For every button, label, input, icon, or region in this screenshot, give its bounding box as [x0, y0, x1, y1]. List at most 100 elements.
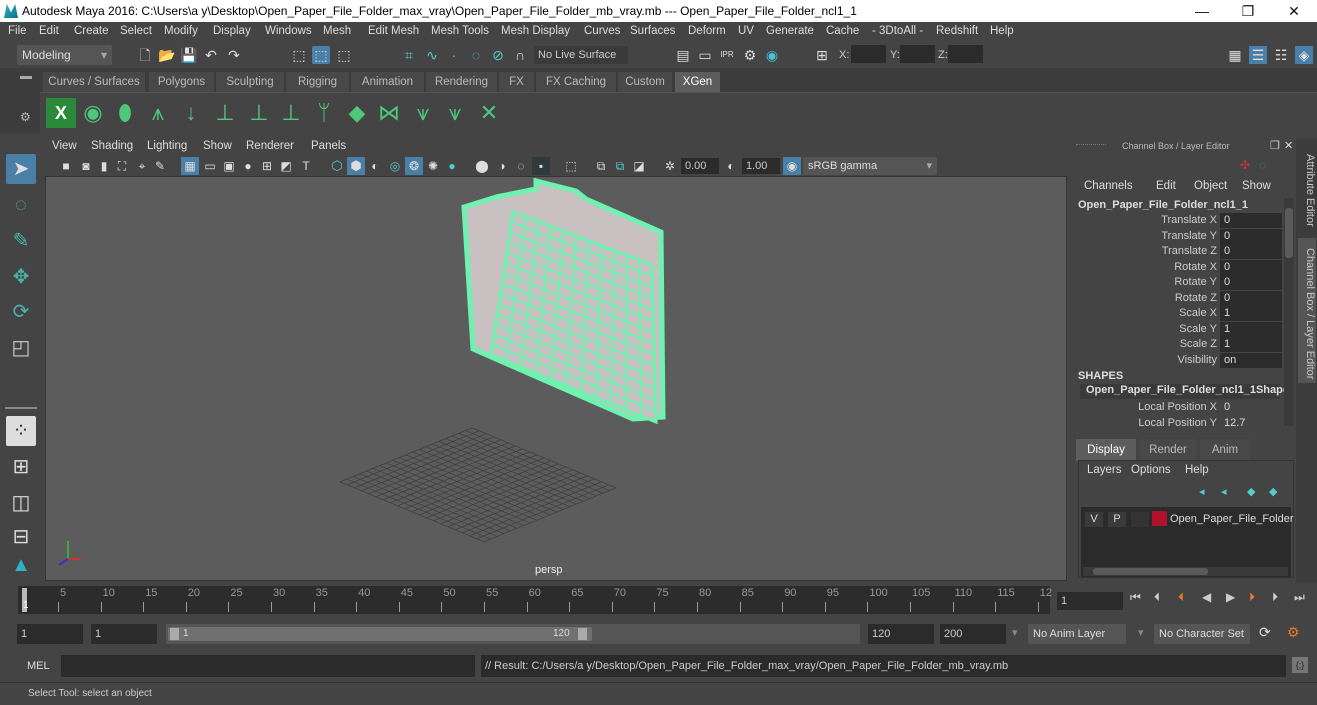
shape-name[interactable]: Open_Paper_File_Folder_ncl1_1Shape — [1080, 384, 1289, 399]
select-tool-icon[interactable]: ➤ — [6, 154, 36, 184]
menu-deform[interactable]: Deform — [688, 25, 726, 37]
exposure-field[interactable]: 0.00 — [681, 158, 719, 174]
channel-value[interactable]: 1 — [1220, 321, 1282, 337]
channel-row[interactable]: Scale X1 — [1072, 306, 1282, 321]
channel-value[interactable]: 0 — [1220, 275, 1282, 290]
select-hierarchy-icon[interactable]: ⬚ — [290, 46, 308, 64]
viewport-menu-shading[interactable]: Shading — [91, 140, 133, 152]
add-guide-icon[interactable]: ⩚ — [143, 98, 173, 128]
play-backwards-icon[interactable]: ◀ — [1202, 590, 1211, 604]
grid-icon[interactable]: ▦ — [181, 157, 199, 175]
tab-fx-caching[interactable]: FX Caching — [536, 72, 616, 92]
snap-point-icon[interactable]: ∙ — [445, 46, 463, 64]
scene-end-field[interactable]: 200 — [940, 624, 1006, 644]
step-back-frame-icon[interactable]: ⏴ — [1154, 590, 1160, 605]
lasso-tool-icon[interactable]: ◌ — [6, 190, 36, 220]
channel-box-toggle-icon[interactable]: ◈ — [1295, 46, 1313, 64]
menu-redshift[interactable]: Redshift — [936, 25, 978, 37]
render-frame-icon[interactable]: ▭ — [696, 46, 714, 64]
rotate-tool-icon[interactable]: ⟳ — [6, 297, 36, 327]
tool-settings-icon[interactable]: ☷ — [1272, 46, 1290, 64]
tab-channel-box[interactable]: Channel Box / Layer Editor — [1298, 238, 1316, 383]
channel-value[interactable]: 0 — [1220, 259, 1282, 275]
shadows-icon[interactable]: ✺ — [424, 157, 442, 175]
menu-modify[interactable]: Modify — [164, 25, 198, 37]
gamma-field[interactable]: 1.00 — [742, 158, 780, 174]
shape-channel-row[interactable]: Local Position X0 — [1072, 400, 1282, 415]
menu-mesh-display[interactable]: Mesh Display — [501, 25, 570, 37]
exposure-icon[interactable]: ✲ — [661, 157, 679, 175]
persp-outliner-layout-icon[interactable]: ◫ — [6, 488, 36, 518]
layer-menu-options[interactable]: Options — [1131, 464, 1171, 476]
channel-menu-object[interactable]: Object — [1194, 180, 1227, 192]
delete-guide-icon[interactable]: ✕ — [474, 98, 504, 128]
step-forward-key-icon[interactable]: ⏵ — [1249, 590, 1255, 605]
field-chart-icon[interactable]: ⊞ — [258, 157, 276, 175]
viewport-menu-renderer[interactable]: Renderer — [246, 140, 294, 152]
menu-display[interactable]: Display — [213, 25, 251, 37]
xgen-preview-icon[interactable]: ◉ — [78, 98, 108, 128]
tab-animation[interactable]: Animation — [351, 72, 424, 92]
channel-row[interactable]: Translate Z0 — [1072, 244, 1282, 259]
camera-icon[interactable]: ■ — [57, 157, 75, 175]
gamma-icon[interactable]: ◐ — [722, 157, 740, 175]
xray-components-icon[interactable]: ⧉ — [611, 157, 629, 175]
channel-row[interactable]: Rotate X0 — [1072, 259, 1282, 275]
channel-row[interactable]: Translate Y0 — [1072, 228, 1282, 244]
hypershade-icon[interactable]: ◉ — [763, 46, 781, 64]
attribute-editor-toggle-icon[interactable]: ☰ — [1249, 46, 1267, 64]
anti-aliasing-icon[interactable]: ◑ — [493, 157, 511, 175]
shape-channel-row[interactable]: Local Position Y 12.7 — [1072, 416, 1282, 431]
menu-help[interactable]: Help — [990, 25, 1014, 37]
textured-icon[interactable]: ◎ — [386, 157, 404, 175]
channel-row[interactable]: Scale Z1 — [1072, 337, 1282, 352]
xgen-editor-icon[interactable]: X — [46, 98, 76, 128]
grease-pencil-icon[interactable]: ✎ — [151, 157, 169, 175]
layer-name[interactable]: Open_Paper_File_Folder — [1170, 513, 1294, 525]
channel-value[interactable]: 0 — [1220, 213, 1282, 228]
playback-start-field[interactable]: 1 — [91, 624, 157, 644]
channel-value[interactable]: on — [1220, 352, 1282, 368]
viewport-menu-lighting[interactable]: Lighting — [147, 140, 187, 152]
script-editor-icon[interactable]: {;} — [1292, 657, 1308, 673]
z-field[interactable] — [948, 45, 983, 63]
place-guide-icon[interactable]: ↓ — [176, 98, 206, 128]
playback-end-field[interactable]: 120 — [868, 624, 934, 644]
channel-value[interactable]: 12.7 — [1220, 416, 1282, 431]
render-view-icon[interactable]: ▤ — [674, 46, 692, 64]
layer-h-scrollbar[interactable] — [1083, 567, 1288, 576]
open-scene-icon[interactable]: 📂 — [158, 46, 176, 64]
tab-custom[interactable]: Custom — [618, 72, 672, 92]
go-to-start-icon[interactable]: ⏮ — [1130, 590, 1141, 605]
tab-xgen[interactable]: XGen — [675, 72, 720, 92]
channel-row[interactable]: Visibility on — [1072, 352, 1282, 368]
add-spline-icon[interactable]: ⊥ — [210, 98, 240, 128]
tab-layer-anim[interactable]: Anim — [1200, 439, 1250, 461]
menu-edit[interactable]: Edit — [39, 25, 59, 37]
undo-icon[interactable]: ↶ — [202, 46, 220, 64]
maximize-button[interactable]: ❐ — [1225, 0, 1271, 22]
tab-layer-display[interactable]: Display — [1076, 439, 1136, 461]
channel-value[interactable]: 1 — [1220, 306, 1282, 321]
viewport-menu-show[interactable]: Show — [203, 140, 232, 152]
persp-graph-layout-icon[interactable]: ⊟ — [6, 522, 36, 552]
snap-view-plane-icon[interactable]: ◌ — [467, 46, 485, 64]
ipr-render-icon[interactable]: IPR — [718, 46, 736, 64]
menu-uv[interactable]: UV — [738, 25, 754, 37]
menu-mesh-tools[interactable]: Mesh Tools — [431, 25, 489, 37]
float-panel-icon[interactable]: ❐ — [1270, 139, 1280, 152]
move-layer-down-icon[interactable]: ◂ — [1221, 485, 1227, 498]
close-panel-icon[interactable]: ✕ — [1284, 139, 1293, 152]
hud-icon[interactable]: ◪ — [630, 157, 648, 175]
menu-generate[interactable]: Generate — [766, 25, 814, 37]
script-language-button[interactable]: MEL — [27, 660, 50, 672]
layer-color-swatch[interactable] — [1152, 511, 1167, 526]
new-layer-icon[interactable]: ◆ — [1247, 485, 1255, 498]
tab-polygons[interactable]: Polygons — [149, 72, 214, 92]
tab-sculpting[interactable]: Sculpting — [216, 72, 284, 92]
perspective-viewport[interactable]: persp — [45, 176, 1067, 581]
x-field[interactable] — [851, 45, 886, 63]
animation-preferences-icon[interactable]: ⚙ — [1287, 624, 1300, 641]
snap-curve-icon[interactable]: ∿ — [423, 46, 441, 64]
tab-curves-surfaces[interactable]: Curves / Surfaces — [43, 72, 145, 92]
